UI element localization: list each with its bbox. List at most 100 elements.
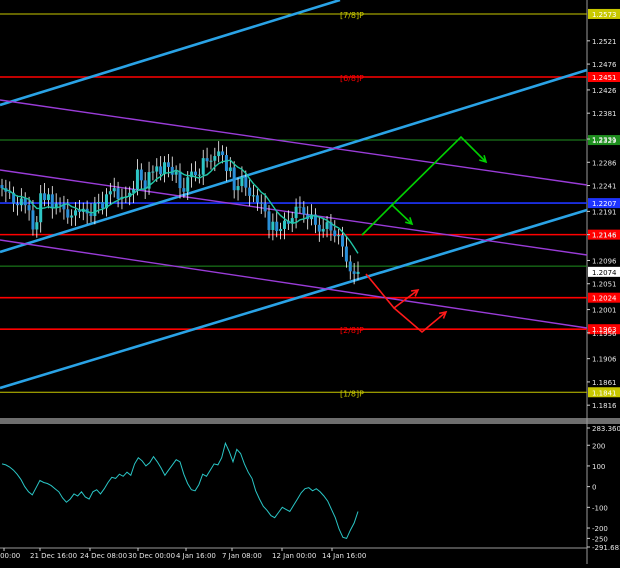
x-tick-label: 12 Jan 00:00 bbox=[272, 552, 316, 560]
candle-body bbox=[240, 176, 244, 187]
candle-body bbox=[178, 171, 182, 189]
purple-channel-line bbox=[0, 99, 588, 186]
candle-body bbox=[151, 171, 155, 173]
cci-tick-label: 200 bbox=[592, 442, 605, 450]
y-tick-label: 1.1816 bbox=[592, 402, 617, 410]
y-tick-label: 1.2426 bbox=[592, 87, 617, 95]
candle-body bbox=[186, 177, 190, 192]
candle-body bbox=[321, 228, 325, 232]
candle-body bbox=[255, 195, 259, 203]
candle-body bbox=[50, 194, 54, 209]
price-grid bbox=[0, 0, 620, 564]
candle-body bbox=[159, 166, 163, 175]
candle-body bbox=[352, 271, 356, 274]
candle-body bbox=[89, 213, 93, 217]
x-tick-label: 30 Dec 00:00 bbox=[128, 552, 175, 560]
murrey-level-label: [7/8]P bbox=[340, 11, 364, 20]
blue-channel-line bbox=[0, 0, 341, 107]
y-tick-label: 1.2476 bbox=[592, 61, 617, 69]
candle-body bbox=[271, 221, 275, 230]
candle-body bbox=[201, 158, 205, 175]
candle-body bbox=[244, 176, 248, 188]
candle-body bbox=[224, 155, 228, 172]
y-tick-label: 1.1956 bbox=[592, 330, 617, 338]
murrey-levels: [7/8]P 1.2573[6/8]P 1.24511.23291.22071.21… bbox=[0, 8, 620, 398]
candle-body bbox=[217, 151, 221, 157]
y-tick-label: 1.2381 bbox=[592, 110, 617, 118]
candle-body bbox=[35, 222, 39, 230]
candle-body bbox=[23, 198, 27, 206]
x-tick-label: c 00:00 bbox=[0, 552, 20, 560]
candle-body bbox=[155, 166, 159, 172]
candle-body bbox=[74, 210, 78, 216]
murrey-level-label: [1/8]P bbox=[340, 389, 364, 398]
y-tick-label: 1.1906 bbox=[592, 356, 617, 364]
candle-body bbox=[275, 221, 279, 232]
candle-body bbox=[93, 203, 97, 217]
y-tick-label: 1.1861 bbox=[592, 379, 617, 387]
candle-body bbox=[166, 162, 170, 167]
murrey-price-tag-text: 1.2024 bbox=[592, 295, 617, 303]
price-axis: 1.2521 1.2476 1.2426 1.2381 1.2331 1.2286 1.22… bbox=[587, 38, 617, 410]
candle-body bbox=[302, 207, 306, 215]
y-tick-label: 1.2001 bbox=[592, 307, 617, 315]
candle-body bbox=[112, 188, 116, 192]
murrey-level-label: [2/8]P bbox=[340, 326, 364, 335]
cci-line bbox=[1, 441, 359, 540]
cci-tick-label: -291.6814 bbox=[592, 544, 620, 552]
candle-body bbox=[46, 194, 50, 201]
forecast-down-path-a bbox=[365, 273, 419, 310]
candle-body bbox=[19, 198, 23, 206]
candle-body bbox=[182, 188, 186, 192]
candle-body bbox=[27, 205, 31, 211]
chart-svg: [7/8]P 1.2573[6/8]P 1.24511.23291.22071.21… bbox=[0, 0, 620, 564]
pane-separator bbox=[0, 418, 620, 424]
candle-body bbox=[325, 222, 329, 229]
candle-body bbox=[279, 228, 283, 232]
murrey-price-tag-text: 1.1841 bbox=[592, 389, 617, 397]
forecast-down-path-b bbox=[393, 307, 447, 334]
y-tick-label: 1.2096 bbox=[592, 257, 617, 265]
trading-chart: [7/8]P 1.2573 [6/8]P 1.2451 1.2329 1.2207 1.21… bbox=[0, 0, 620, 564]
candle-body bbox=[193, 171, 197, 176]
candle-body bbox=[341, 235, 345, 247]
y-tick-label: 1.2051 bbox=[592, 281, 617, 289]
time-axis: c 00:00 21 Dec 16:0024 Dec 08:0030 Dec 00… bbox=[0, 547, 587, 560]
candle-body bbox=[66, 209, 70, 218]
y-tick-label: 1.2331 bbox=[592, 136, 617, 144]
x-tick-label: 7 Jan 08:00 bbox=[222, 552, 262, 560]
murrey-price-tag-text: 1.2207 bbox=[592, 200, 617, 208]
candle-body bbox=[97, 202, 101, 204]
candle-body bbox=[252, 195, 256, 197]
candle-body bbox=[236, 186, 240, 191]
murrey-level-label: [6/8]P bbox=[340, 74, 364, 83]
candle-body bbox=[344, 246, 348, 262]
candle-body bbox=[348, 261, 352, 272]
candle-body bbox=[43, 193, 47, 201]
candle-body bbox=[337, 235, 341, 237]
candle-body bbox=[205, 158, 209, 162]
candle-body bbox=[213, 156, 217, 161]
cci-tick-label: 0 bbox=[592, 484, 596, 492]
candle-body bbox=[101, 202, 105, 209]
candle-body bbox=[221, 151, 225, 156]
cci-indicator: 283.3606 200 100 0 -100 -200 -250-291.6814 bbox=[1, 425, 620, 552]
murrey-price-tag-text: 1.2573 bbox=[592, 11, 617, 19]
candle-body bbox=[116, 188, 120, 199]
x-tick-label: 21 Dec 16:00 bbox=[30, 552, 77, 560]
candle-body bbox=[232, 167, 236, 191]
cci-tick-label: 283.3606 bbox=[592, 425, 620, 433]
forecast-up-path-a bbox=[361, 203, 413, 236]
candle-body bbox=[267, 211, 271, 230]
candle-body bbox=[0, 185, 4, 189]
candle-body bbox=[317, 224, 321, 232]
candle-body bbox=[15, 203, 19, 206]
candle-body bbox=[248, 187, 252, 196]
y-tick-label: 1.2191 bbox=[592, 208, 617, 216]
candle-body bbox=[108, 191, 112, 195]
candle-body bbox=[298, 206, 302, 208]
candle-body bbox=[197, 174, 201, 176]
cci-tick-label: -200 bbox=[592, 525, 608, 533]
candle-body bbox=[259, 202, 263, 204]
x-tick-label: 14 Jan 16:00 bbox=[322, 552, 366, 560]
